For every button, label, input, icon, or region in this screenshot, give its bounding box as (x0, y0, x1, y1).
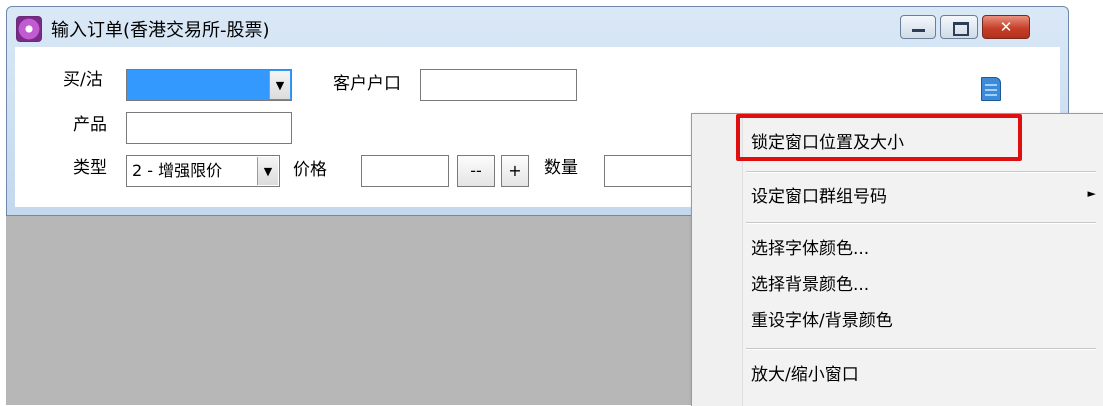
menu-item-zoom-window[interactable]: 放大/缩小窗口 (751, 360, 859, 385)
menu-separator (746, 171, 1096, 173)
app-icon (16, 16, 42, 42)
type-label: 类型 (73, 158, 107, 178)
highlight-annotation (736, 114, 1022, 161)
menu-item-set-window-group[interactable]: 设定窗口群组号码 (751, 182, 887, 207)
close-button[interactable]: ✕ (982, 15, 1030, 39)
maximize-button[interactable] (940, 15, 978, 39)
price-label: 价格 (293, 160, 327, 180)
menu-separator (746, 222, 1096, 224)
title-bar[interactable]: 输入订单(香港交易所-股票) ✕ (7, 7, 1068, 47)
price-increase-button[interactable]: + (501, 155, 529, 187)
menu-item-font-color[interactable]: 选择字体颜色... (751, 234, 869, 259)
price-input[interactable] (361, 155, 449, 187)
buy-sell-label: 买/沽 (63, 70, 103, 90)
menu-item-background-color[interactable]: 选择背景颜色... (751, 270, 869, 295)
document-icon (981, 77, 1001, 101)
minimize-icon (912, 29, 925, 32)
window-title: 输入订单(香港交易所-股票) (51, 20, 270, 41)
product-input[interactable] (126, 112, 292, 144)
minimize-button[interactable] (900, 15, 936, 39)
chevron-down-icon[interactable]: ▼ (257, 157, 278, 185)
quantity-label: 数量 (544, 158, 578, 178)
menu-item-reset-colors[interactable]: 重设字体/背景颜色 (751, 306, 893, 331)
submenu-arrow-icon: ► (1087, 187, 1096, 200)
menu-icon-gutter (692, 114, 742, 406)
quantity-input[interactable] (604, 155, 704, 187)
type-value: 2 - 增强限价 (132, 161, 223, 180)
account-label: 客户户口 (333, 74, 401, 94)
buy-sell-dropdown[interactable]: ▼ (126, 69, 292, 101)
maximize-icon (953, 22, 969, 36)
close-icon: ✕ (999, 18, 1013, 36)
notes-button[interactable] (974, 73, 1006, 105)
account-input[interactable] (420, 69, 577, 101)
price-decrease-button[interactable]: -- (457, 155, 495, 187)
type-dropdown[interactable]: 2 - 增强限价 ▼ (126, 155, 280, 187)
product-label: 产品 (73, 115, 107, 135)
chevron-down-icon[interactable]: ▼ (269, 71, 290, 99)
menu-separator (746, 348, 1096, 350)
